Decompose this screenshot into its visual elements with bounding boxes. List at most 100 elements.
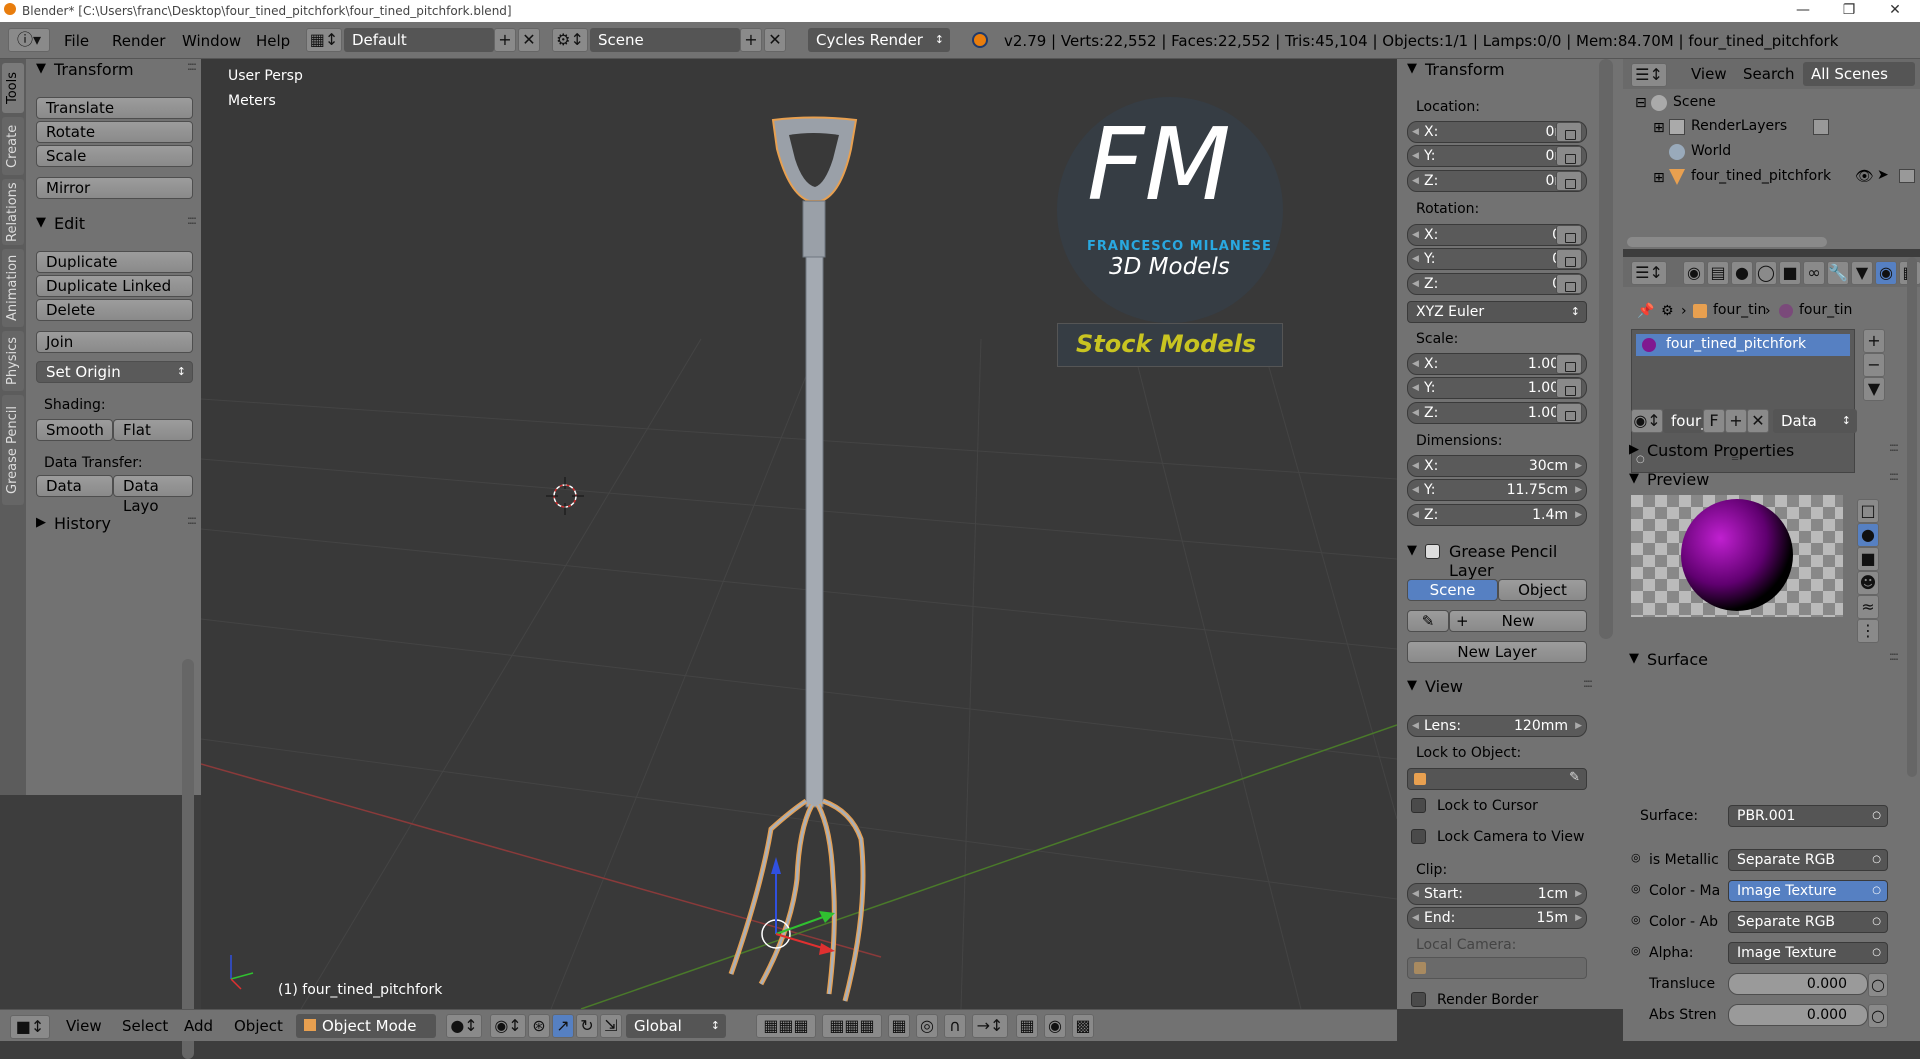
unlink-material-icon[interactable]: ✕ — [1747, 409, 1769, 433]
duplicate-linked-button[interactable]: Duplicate Linked — [36, 275, 193, 297]
select-arrow-icon[interactable]: ➤ — [1877, 167, 1889, 183]
slot-specials-icon[interactable]: ▼ — [1863, 377, 1885, 401]
grip-icon[interactable]: :::: — [187, 513, 197, 527]
outliner-scene[interactable]: Scene — [1673, 94, 1716, 110]
close-icon[interactable]: ✕ — [1872, 0, 1918, 22]
scale-button[interactable]: Scale — [36, 145, 193, 167]
scene-dropdown[interactable]: Scene — [590, 28, 740, 52]
eyedropper-icon[interactable]: ✎ — [1569, 770, 1580, 785]
input-expand-icon[interactable]: ◎ — [1631, 913, 1641, 926]
material-name-field[interactable]: four_t — [1663, 409, 1715, 433]
n-transform-header[interactable]: ▼Transform:::: — [1397, 59, 1623, 81]
data-layout-button[interactable]: Data Layo — [113, 475, 193, 515]
render-layers-tab-icon[interactable]: ▤ — [1707, 261, 1729, 285]
gp-pencil-icon[interactable]: ✎ — [1407, 610, 1449, 632]
outliner-renderlayers[interactable]: RenderLayers — [1691, 118, 1787, 134]
gp-new-button[interactable]: + New — [1449, 610, 1587, 632]
mode-dropdown[interactable]: Object Mode — [296, 1014, 436, 1038]
lock-location-x-icon[interactable] — [1556, 122, 1582, 142]
edit-panel-header[interactable]: ▼ Edit:::: — [26, 213, 201, 235]
lens-field[interactable]: ◀ Lens: 120mm ▶ — [1407, 715, 1587, 737]
flat-button[interactable]: Flat — [113, 419, 193, 441]
render-preview-icon[interactable]: ◉ — [1044, 1014, 1066, 1038]
outliner-editor-icon[interactable]: ☰↕ — [1631, 63, 1667, 87]
snap-toggle-icon[interactable]: ∩ — [944, 1014, 966, 1038]
outliner-expand-icon[interactable]: ⊞ — [1653, 170, 1665, 186]
scene-tab-icon[interactable]: ● — [1731, 261, 1753, 285]
menu-view[interactable]: View — [66, 1017, 102, 1035]
tab-physics[interactable]: Physics — [2, 331, 24, 391]
custom-properties-header[interactable]: ▶ Custom Properties:::: — [1623, 440, 1903, 462]
material-tab-icon[interactable]: ◉ — [1875, 261, 1897, 285]
grip-icon[interactable]: :::: — [1889, 469, 1899, 483]
color-ab-dropdown[interactable]: Separate RGB ○ — [1728, 911, 1888, 933]
outliner-pitchfork[interactable]: four_tined_pitchfork — [1691, 168, 1831, 184]
local-camera-field[interactable] — [1407, 957, 1587, 979]
lock-location-y-icon[interactable] — [1556, 146, 1582, 166]
3d-viewport[interactable]: User Persp Meters (1) four_tined_pitchfo… — [201, 59, 1397, 1009]
rotation-mode-dropdown[interactable]: XYZ Euler ↕ — [1407, 301, 1587, 323]
remove-material-slot-icon[interactable]: − — [1863, 353, 1885, 377]
add-layout-icon[interactable]: + — [494, 28, 516, 52]
add-material-slot-icon[interactable]: + — [1863, 329, 1885, 353]
preview-header[interactable]: ▼ Preview:::: — [1623, 469, 1903, 491]
lock-object-field[interactable]: ✎ — [1407, 768, 1587, 790]
scene-icon[interactable]: ⚙↕ — [552, 28, 588, 52]
tab-relations[interactable]: Relations — [2, 179, 24, 245]
input-expand-icon[interactable]: ◎ — [1631, 944, 1641, 957]
constraints-tab-icon[interactable]: ∞ — [1803, 261, 1825, 285]
world-tab-icon[interactable]: ◯ — [1755, 261, 1777, 285]
visibility-eye-icon[interactable]: 👁 — [1855, 167, 1874, 185]
tab-create[interactable]: Create — [2, 117, 24, 175]
surface-shader-dropdown[interactable]: PBR.001 ○ — [1728, 805, 1888, 827]
gp-object-toggle[interactable]: Object — [1498, 579, 1587, 601]
menu-render[interactable]: Render — [112, 32, 165, 50]
menu-file[interactable]: File — [64, 32, 89, 50]
translate-manipulator-icon[interactable]: ↗ — [552, 1014, 574, 1038]
socket-toggle-icon[interactable]: ○ — [1868, 973, 1888, 997]
proportional-edit-icon[interactable]: ◎ — [916, 1014, 938, 1038]
data-transfer-button[interactable]: Data — [36, 475, 113, 497]
lock-scale-z-icon[interactable] — [1556, 403, 1582, 423]
duplicate-button[interactable]: Duplicate — [36, 251, 193, 273]
new-material-icon[interactable]: + — [1725, 409, 1747, 433]
menu-object[interactable]: Object — [234, 1017, 283, 1035]
gp-scene-toggle[interactable]: Scene — [1407, 579, 1498, 601]
properties-editor-icon[interactable]: ☰↕ — [1631, 261, 1667, 285]
delete-button[interactable]: Delete — [36, 299, 193, 321]
properties-scrollbar[interactable] — [1907, 257, 1917, 777]
smooth-button[interactable]: Smooth — [36, 419, 113, 441]
object-tab-icon[interactable]: ■ — [1779, 261, 1801, 285]
3d-cursor[interactable] — [546, 477, 584, 515]
grip-icon[interactable]: :::: — [1889, 649, 1899, 663]
lock-camera-checkbox[interactable] — [1411, 829, 1426, 844]
render-engine-dropdown[interactable]: Cycles Render ↕ — [808, 28, 950, 52]
alpha-dropdown[interactable]: Image Texture ○ — [1728, 942, 1888, 964]
preview-hair-icon[interactable]: ≈ — [1857, 595, 1879, 619]
breadcrumb-object[interactable]: four_tin — [1713, 302, 1766, 318]
input-expand-icon[interactable]: ◎ — [1631, 882, 1641, 895]
grip-icon[interactable]: :::: — [187, 59, 197, 73]
maximize-icon[interactable]: ❐ — [1826, 0, 1872, 22]
history-panel-header[interactable]: ▶ History:::: — [26, 513, 201, 535]
scale-manipulator-icon[interactable]: ⇲ — [600, 1014, 622, 1038]
pin-icon[interactable]: 📌 — [1637, 303, 1654, 319]
color-ma-dropdown[interactable]: Image Texture ○ — [1728, 880, 1888, 902]
lock-scale-y-icon[interactable] — [1556, 378, 1582, 398]
remove-layout-icon[interactable]: ✕ — [518, 28, 540, 52]
outliner-view-menu[interactable]: View — [1691, 65, 1727, 83]
outliner-hscrollbar[interactable] — [1627, 237, 1827, 247]
preview-monkey-icon[interactable]: ☻ — [1857, 571, 1879, 595]
screen-layout-icon[interactable]: ▦↕ — [306, 28, 342, 52]
breadcrumb-material[interactable]: four_tin — [1799, 302, 1852, 318]
lock-location-z-icon[interactable] — [1556, 171, 1582, 191]
n-panel-scrollbar[interactable] — [1599, 59, 1613, 639]
render-camera-icon[interactable] — [1899, 169, 1915, 183]
menu-add[interactable]: Add — [184, 1017, 213, 1035]
dimensions-x-field[interactable]: ◀ X: 30cm ▶ — [1407, 455, 1587, 477]
render-border-checkbox[interactable] — [1411, 992, 1426, 1007]
remove-scene-icon[interactable]: ✕ — [764, 28, 786, 52]
abs-strength-slider[interactable]: 0.000 — [1728, 1004, 1868, 1026]
layers-grid-b-icon[interactable]: ▦▦▦ — [822, 1014, 882, 1038]
join-button[interactable]: Join — [36, 331, 193, 353]
